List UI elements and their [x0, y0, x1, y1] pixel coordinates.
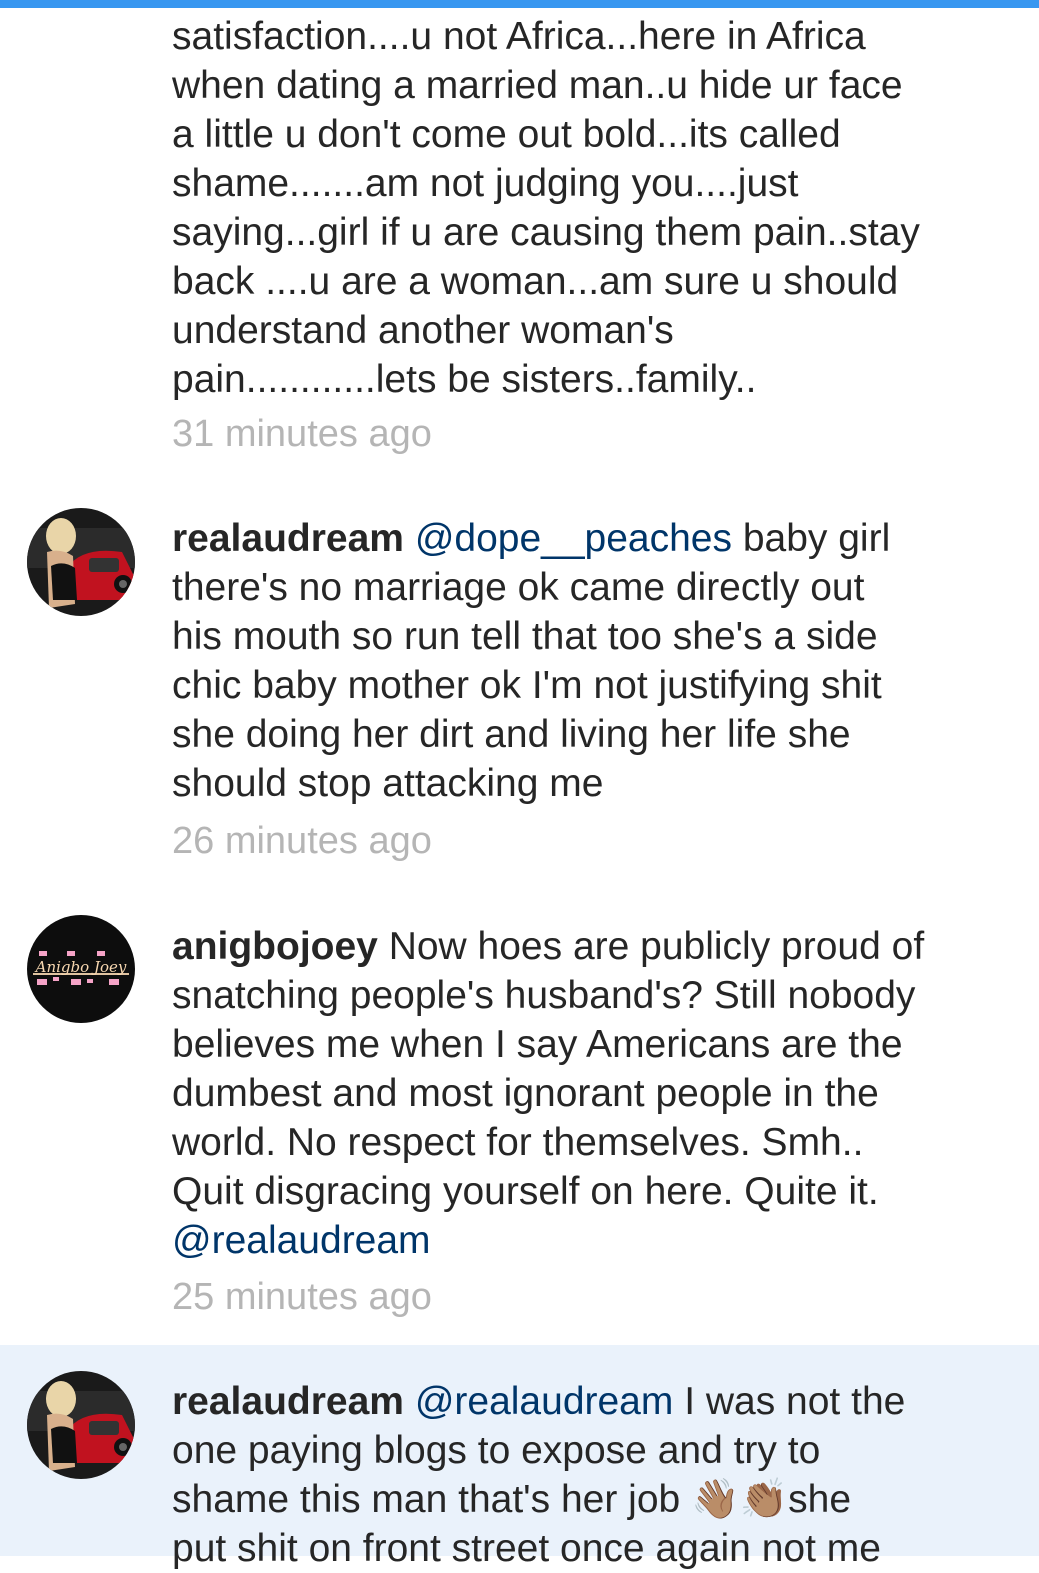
comment-mention[interactable]: @realaudream: [172, 1216, 992, 1265]
avatar[interactable]: Anigbo Joey: [27, 915, 135, 1023]
comment-line: I was not the: [673, 1380, 906, 1423]
comment-text: realaudream @realaudream I was not the o…: [172, 1377, 992, 1573]
comment-line: a little u don't come out bold...its cal…: [172, 113, 841, 156]
comment-username[interactable]: realaudream: [172, 517, 404, 560]
comment-line: baby girl: [732, 517, 891, 560]
comment-line: there's no marriage ok came directly out: [172, 566, 865, 609]
comment-line: believes me when I say Americans are the: [172, 1023, 903, 1066]
comment-line: Quit disgracing yourself on here. Quite …: [172, 1170, 879, 1213]
comment-text: anigbojoey Now hoes are publicly proud o…: [172, 922, 992, 1265]
comment-mention[interactable]: @dope__peaches: [415, 517, 732, 560]
comment-item: realaudream @realaudream I was not the o…: [0, 1345, 1039, 1570]
comment-text: satisfaction....u not Africa...here in A…: [172, 12, 992, 404]
comment-item: Anigbo Joey anigbojoey Now hoes are publ…: [0, 890, 1039, 1345]
comment-timestamp: 26 minutes ago: [172, 820, 432, 862]
comment-line: understand another woman's: [172, 309, 674, 352]
comment-line: put shit on front street once again not …: [172, 1527, 881, 1570]
comment-line: Now hoes are publicly proud of: [377, 925, 925, 968]
comment-text: realaudream @dope__peaches baby girl the…: [172, 514, 992, 808]
comment-mention[interactable]: @realaudream: [415, 1380, 674, 1423]
comment-line: back ....u are a woman...am sure u shoul…: [172, 260, 899, 303]
comment-item: realaudream @dope__peaches baby girl the…: [0, 480, 1039, 890]
comment-line: when dating a married man..u hide ur fac…: [172, 64, 903, 107]
avatar[interactable]: [27, 1371, 135, 1479]
avatar-label: Anigbo Joey: [35, 958, 127, 976]
comment-line: shame this man that's her job 👋🏽👏🏽she: [172, 1478, 852, 1521]
comment-line: one paying blogs to expose and try to: [172, 1429, 821, 1472]
comment-timestamp: 25 minutes ago: [172, 1276, 432, 1318]
comment-timestamp: 31 minutes ago: [172, 413, 432, 455]
comment-line: should stop attacking me: [172, 762, 604, 805]
comment-item: satisfaction....u not Africa...here in A…: [0, 0, 1039, 480]
comment-line: snatching people's husband's? Still nobo…: [172, 974, 916, 1017]
comment-line: chic baby mother ok I'm not justifying s…: [172, 664, 882, 707]
comment-line: she doing her dirt and living her life s…: [172, 713, 851, 756]
comment-line: saying...girl if u are causing them pain…: [172, 211, 920, 254]
comment-line: world. No respect for themselves. Smh..: [172, 1121, 864, 1164]
comment-line: dumbest and most ignorant people in the: [172, 1072, 879, 1115]
comment-line: satisfaction....u not Africa...here in A…: [172, 15, 866, 58]
comment-username[interactable]: realaudream: [172, 1380, 404, 1423]
comment-username[interactable]: anigbojoey: [172, 925, 378, 968]
comment-line: his mouth so run tell that too she's a s…: [172, 615, 878, 658]
comment-line: pain............lets be sisters..family.…: [172, 358, 757, 401]
comment-line: shame.......am not judging you....just: [172, 162, 799, 205]
avatar[interactable]: [27, 508, 135, 616]
